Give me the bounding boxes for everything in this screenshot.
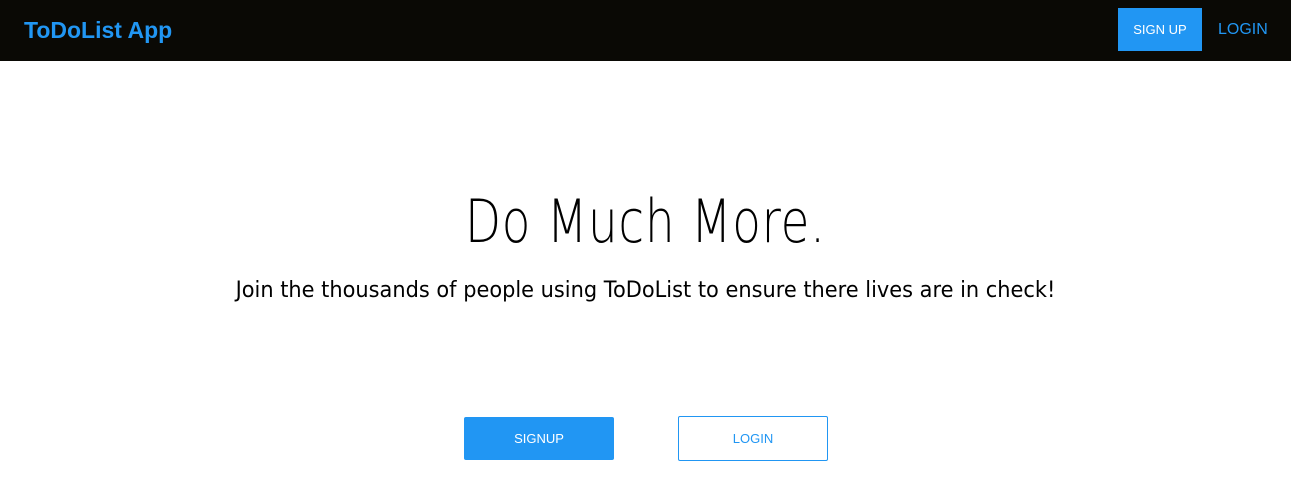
nav-signup-button[interactable]: SIGN UP (1118, 8, 1202, 51)
signup-button[interactable]: SIGNUP (464, 417, 614, 460)
hero-title: Do Much More. (464, 187, 826, 257)
top-navbar: ToDoList App SIGN UP LOGIN (0, 0, 1291, 61)
hero-subtitle: Join the thousands of people using ToDoL… (235, 278, 1056, 303)
nav-login-link[interactable]: LOGIN (1218, 8, 1268, 51)
login-button[interactable]: LOGIN (678, 416, 828, 461)
brand-logo-link[interactable]: ToDoList App (24, 16, 172, 44)
